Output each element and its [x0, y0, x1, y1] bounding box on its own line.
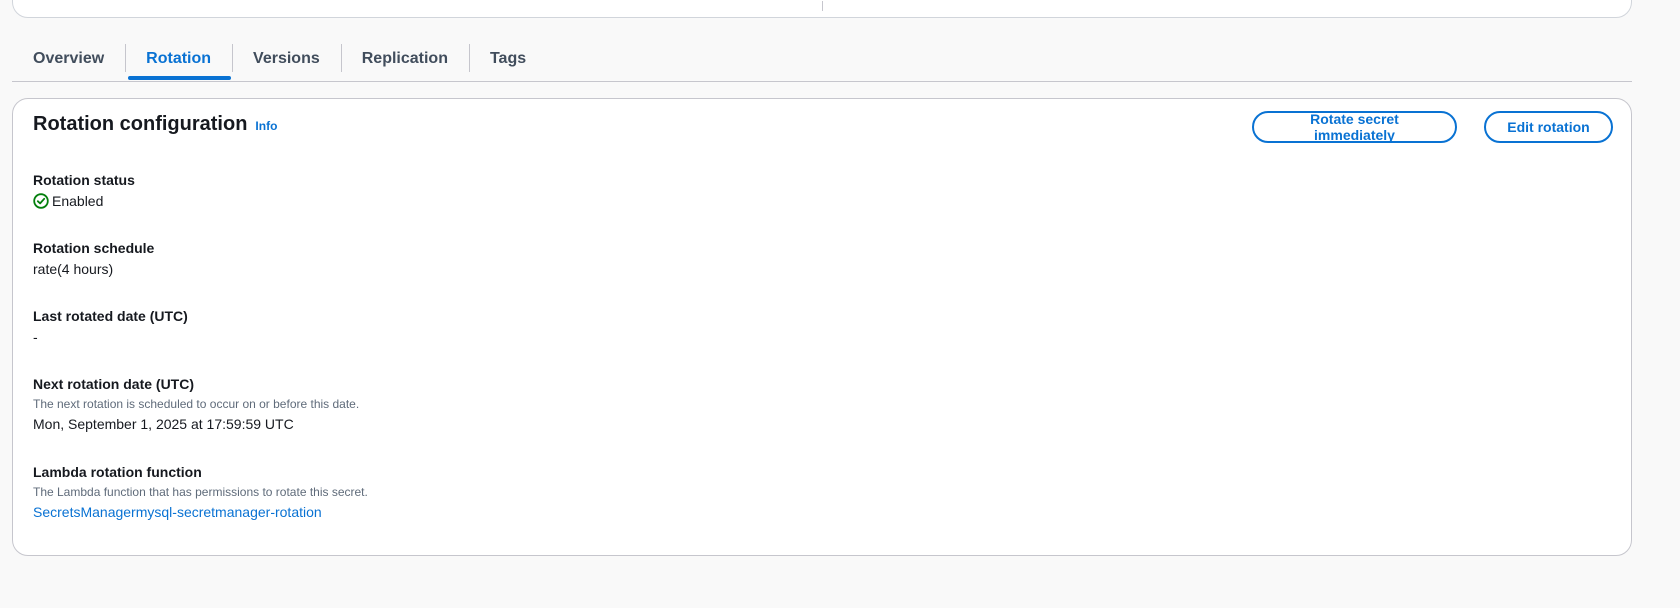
next-rotation-value: Mon, September 1, 2025 at 17:59:59 UTC: [33, 416, 294, 432]
panel-header: Rotation configuration Info: [33, 113, 277, 136]
rotation-schedule-value: rate(4 hours): [33, 261, 114, 277]
column-divider: [822, 1, 823, 11]
tab-overview[interactable]: Overview: [12, 42, 125, 76]
rotate-secret-immediately-button[interactable]: Rotate secret immediately: [1252, 111, 1457, 143]
lambda-rotation-field: Lambda rotation function The Lambda func…: [33, 463, 368, 521]
panel-title: Rotation configuration: [33, 113, 248, 135]
edit-rotation-button[interactable]: Edit rotation: [1484, 111, 1613, 143]
next-rotation-label: Next rotation date (UTC): [33, 376, 194, 392]
rotation-configuration-panel: Rotation configuration Info Rotate secre…: [12, 98, 1632, 556]
tab-bar: Overview Rotation Versions Replication T…: [12, 42, 1632, 82]
rotation-status-text: Enabled: [52, 193, 104, 209]
check-circle-icon: [33, 193, 49, 209]
tab-tags[interactable]: Tags: [468, 42, 547, 76]
last-rotated-value: -: [33, 329, 38, 345]
tab-versions[interactable]: Versions: [232, 42, 341, 76]
lambda-rotation-label: Lambda rotation function: [33, 464, 202, 480]
rotation-schedule-field: Rotation schedule rate(4 hours): [33, 239, 154, 278]
tab-rotation[interactable]: Rotation: [125, 42, 232, 80]
rotation-schedule-label: Rotation schedule: [33, 240, 155, 256]
next-rotation-field: Next rotation date (UTC) The next rotati…: [33, 375, 359, 433]
lambda-rotation-description: The Lambda function that has permissions…: [33, 485, 368, 499]
previous-section-card: [12, 0, 1632, 18]
info-link[interactable]: Info: [255, 119, 277, 133]
lambda-function-link[interactable]: SecretsManagermysql-secretmanager-rotati…: [33, 503, 368, 521]
rotation-status-label: Rotation status: [33, 172, 135, 188]
last-rotated-label: Last rotated date (UTC): [33, 308, 188, 324]
next-rotation-description: The next rotation is scheduled to occur …: [33, 397, 360, 411]
last-rotated-field: Last rotated date (UTC) -: [33, 307, 188, 346]
rotation-status-value: Enabled: [33, 192, 135, 210]
rotation-status-field: Rotation status Enabled: [33, 171, 135, 210]
tab-replication[interactable]: Replication: [340, 42, 469, 76]
